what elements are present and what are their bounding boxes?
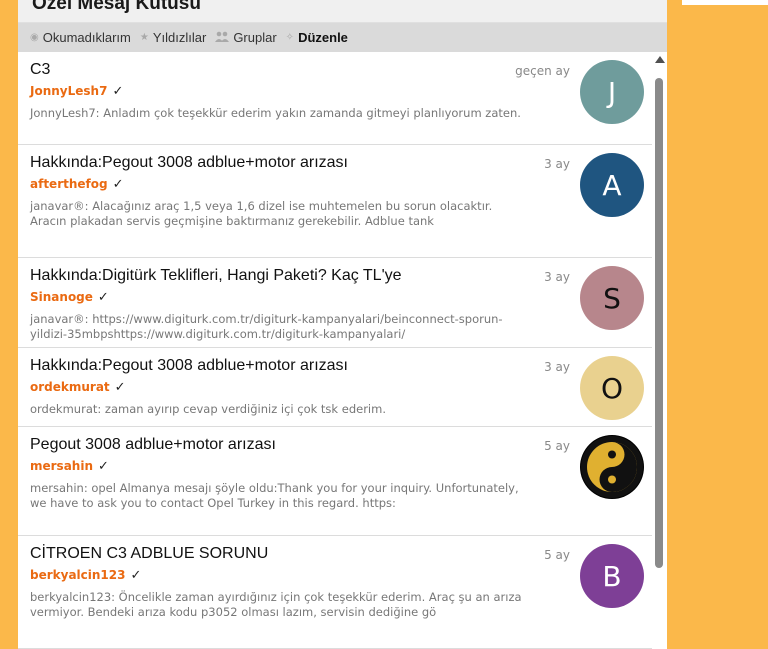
tab-starred[interactable]: ★ Yıldızlılar xyxy=(140,30,206,45)
message-preview: janavar®: Alacağınız araç 1,5 veya 1,6 d… xyxy=(30,199,493,228)
message-subject[interactable]: Pegout 3008 adblue+motor arızası xyxy=(30,436,276,454)
message-user[interactable]: Sinanoge ✓ xyxy=(30,290,109,305)
check-icon: ✓ xyxy=(112,177,124,192)
message-preview: janavar®: https://www.digiturk.com.tr/di… xyxy=(30,312,503,341)
tab-unread[interactable]: ◉ Okumadıklarım xyxy=(30,30,131,45)
message-subject[interactable]: CİTROEN C3 ADBLUE SORUNU xyxy=(30,545,268,563)
message-preview: ordekmurat: zaman ayırıp cevap verdiğini… xyxy=(30,402,386,416)
scrollbar[interactable] xyxy=(652,52,667,649)
corner-panel xyxy=(682,0,768,5)
message-user[interactable]: JonnyLesh7 ✓ xyxy=(30,84,123,99)
star-icon: ★ xyxy=(139,32,149,43)
page-title: Özel Mesaj Kutusu xyxy=(32,0,201,14)
eye-icon: ◉ xyxy=(30,32,39,43)
message-preview: JonnyLesh7: Anladım çok teşekkür ederim … xyxy=(30,106,521,120)
scroll-up-arrow-icon[interactable] xyxy=(655,56,665,63)
avatar[interactable]: A xyxy=(580,153,644,217)
avatar[interactable]: O xyxy=(580,356,644,420)
message-user[interactable]: berkyalcin123 ✓ xyxy=(30,568,141,583)
tab-bar: ◉ Okumadıklarım ★ Yıldızlılar Gruplar ✧ … xyxy=(18,23,667,52)
message-user[interactable]: mersahin ✓ xyxy=(30,459,109,474)
message-subject[interactable]: C3 xyxy=(30,61,50,79)
check-icon: ✓ xyxy=(97,290,109,305)
message-time: 5 ay xyxy=(544,439,570,453)
avatar[interactable]: J xyxy=(580,60,644,124)
panel-header: Özel Mesaj Kutusu xyxy=(18,0,667,23)
message-time: geçen ay xyxy=(515,64,570,78)
check-icon: ✓ xyxy=(114,380,126,395)
yin-yang-icon xyxy=(581,436,643,498)
message-preview: mersahin: opel Almanya mesajı şöyle oldu… xyxy=(30,481,519,510)
avatar[interactable]: S xyxy=(580,266,644,330)
private-messages-panel: Özel Mesaj Kutusu ◉ Okumadıklarım ★ Yıld… xyxy=(18,0,667,649)
message-time: 3 ay xyxy=(544,360,570,374)
scrollbar-thumb[interactable] xyxy=(655,78,663,568)
message-time: 3 ay xyxy=(544,157,570,171)
tab-edit[interactable]: ✧ Düzenle xyxy=(286,30,348,45)
avatar[interactable]: B xyxy=(580,544,644,608)
message-time: 5 ay xyxy=(544,548,570,562)
message-time: 3 ay xyxy=(544,270,570,284)
check-icon: ✓ xyxy=(112,84,124,99)
users-icon xyxy=(215,31,230,45)
message-user[interactable]: ordekmurat ✓ xyxy=(30,380,126,395)
message-subject[interactable]: Hakkında:Digitürk Teklifleri, Hangi Pake… xyxy=(30,267,402,285)
settings-icon: ✧ xyxy=(285,32,295,43)
avatar[interactable] xyxy=(580,435,644,499)
message-preview: berkyalcin123: Öncelikle zaman ayırdığın… xyxy=(30,590,522,619)
check-icon: ✓ xyxy=(98,459,109,474)
check-icon: ✓ xyxy=(130,568,142,583)
message-item[interactable]: Hakkında:Pegout 3008 adblue+motor arızas… xyxy=(18,348,652,427)
message-user[interactable]: afterthefog ✓ xyxy=(30,177,124,192)
message-item[interactable]: C3 JonnyLesh7 ✓ JonnyLesh7: Anladım çok t… xyxy=(18,52,652,145)
message-item[interactable]: Pegout 3008 adblue+motor arızası mersahi… xyxy=(18,427,652,536)
message-subject[interactable]: Hakkında:Pegout 3008 adblue+motor arızas… xyxy=(30,357,348,375)
tab-groups[interactable]: Gruplar xyxy=(215,30,277,45)
message-item[interactable]: Hakkında:Pegout 3008 adblue+motor arızas… xyxy=(18,145,652,258)
message-list: C3 JonnyLesh7 ✓ JonnyLesh7: Anladım çok t… xyxy=(18,52,652,649)
message-item[interactable]: CİTROEN C3 ADBLUE SORUNU berkyalcin123 ✓ … xyxy=(18,536,652,649)
message-item[interactable]: Hakkında:Digitürk Teklifleri, Hangi Pake… xyxy=(18,258,652,348)
message-subject[interactable]: Hakkında:Pegout 3008 adblue+motor arızas… xyxy=(30,154,348,172)
